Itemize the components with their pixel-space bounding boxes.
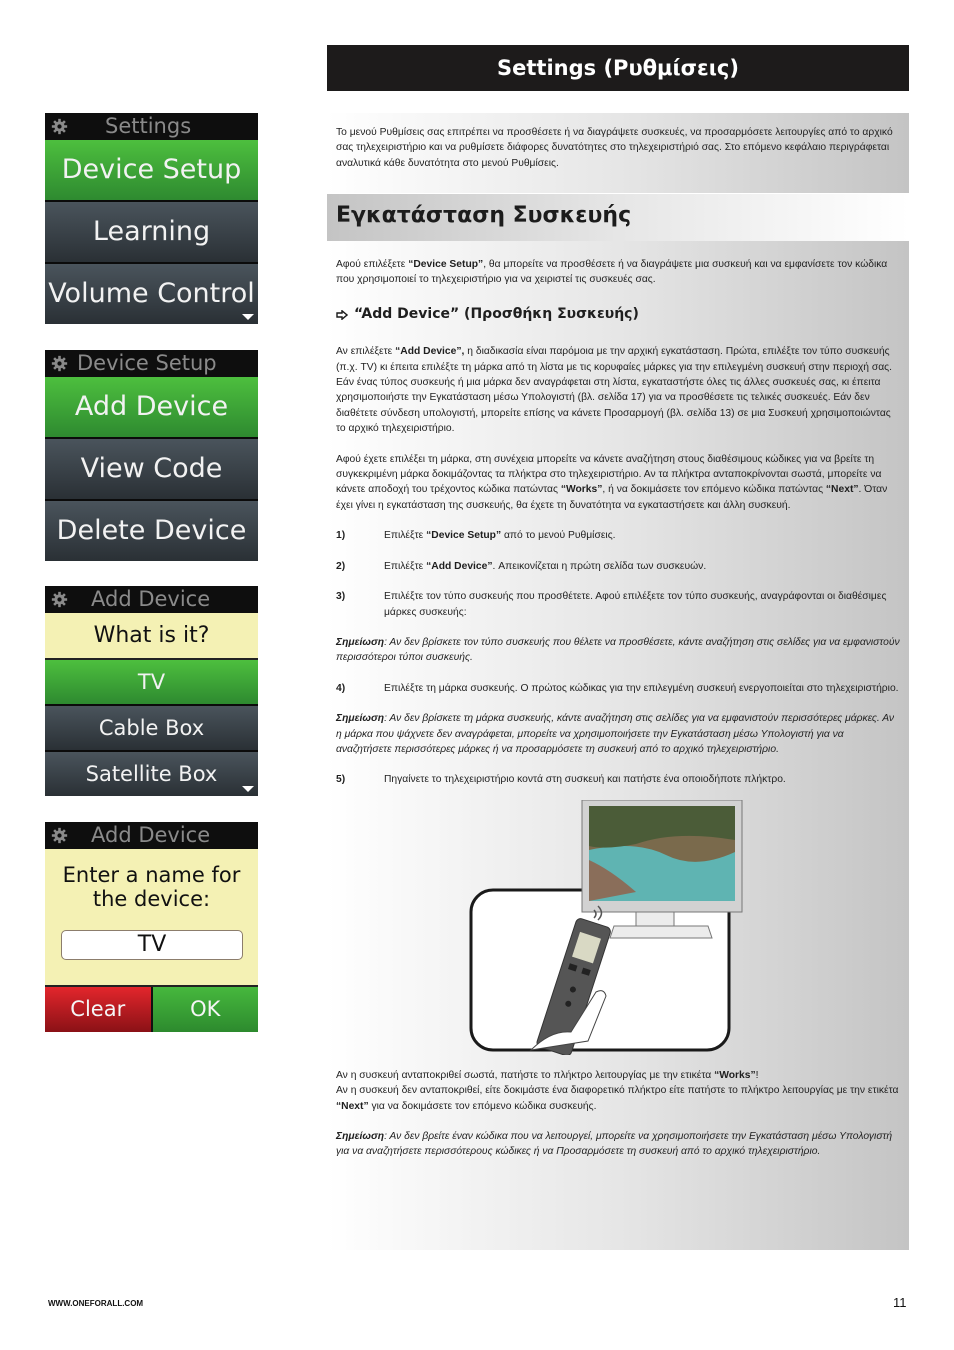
scroll-down-icon[interactable]: [242, 786, 254, 792]
step-item: 1) Επιλέξτε “Device Setup” από το μενού Ρ…: [336, 530, 616, 542]
device-setup-screen: Device Setup Add Device View Code Delete…: [45, 350, 258, 561]
note: Σημείωση: Αν δεν βρείτε έναν κώδικα που …: [336, 1130, 893, 1158]
screen-header: Settings: [45, 113, 258, 140]
section-title: Εγκατάσταση Συσκευής: [327, 194, 909, 241]
device-type-satellite-box[interactable]: Satellite Box: [45, 750, 258, 796]
screen-prompt: What is it?: [45, 613, 258, 660]
paragraph: Αν επιλέξετε “Add Device”, η διαδικασία …: [336, 346, 892, 435]
gear-icon: [51, 591, 68, 608]
gear-icon: [51, 355, 68, 372]
add-device-type-screen: Add Device What is it? TV Cable Box Sate…: [45, 586, 258, 796]
intro-panel: Το μενού Ρυθμίσεις σας επιτρέπει να προσ…: [327, 113, 909, 193]
paragraph: Αν η συσκευή ανταποκριθεί σωστά, πατήστε…: [336, 1069, 759, 1081]
step-item: 3) Επιλέξτε τον τύπο συσκευής που προσθέτ…: [336, 591, 887, 618]
device-name-input[interactable]: TV: [61, 930, 243, 960]
screen-header: Device Setup: [45, 350, 258, 377]
gear-icon: [51, 827, 68, 844]
screen-header: Add Device: [45, 586, 258, 613]
menu-item-delete-device[interactable]: Delete Device: [45, 499, 258, 561]
menu-item-device-setup[interactable]: Device Setup: [45, 140, 258, 200]
paragraph: Αφού επιλέξετε “Device Setup”, θα μπορεί…: [336, 259, 888, 286]
prompt-line-2: the device:: [92, 887, 211, 911]
subheading-add-device: “Add Device” (Προσθήκη Συσκευής): [336, 305, 900, 322]
menu-item-add-device[interactable]: Add Device: [45, 377, 258, 437]
subheading-text: “Add Device” (Προσθήκη Συσκευής): [354, 305, 639, 322]
add-device-name-screen: Add Device Enter a name for the device: …: [45, 822, 258, 1032]
menu-item-label: Satellite Box: [85, 762, 218, 786]
menu-item-view-code[interactable]: View Code: [45, 437, 258, 499]
paragraph: Αν η συσκευή δεν ανταποκριθεί, είτε δοκι…: [336, 1085, 899, 1112]
footer-url[interactable]: WWW.ONEFORALL.COM: [48, 1299, 143, 1308]
screen-header: Add Device: [45, 822, 258, 849]
settings-screen: Settings Device Setup Learning Volume Co…: [45, 113, 258, 324]
remote-tv-illustration: [336, 799, 900, 1056]
scroll-down-icon[interactable]: [242, 314, 254, 320]
note: Σημείωση: Αν δεν βρίσκετε τη μάρκα συσκε…: [336, 713, 895, 755]
note: Σημείωση: Αν δεν βρίσκετε τον τύπο συσκε…: [336, 636, 900, 664]
intro-text: Το μενού Ρυθμίσεις σας επιτρέπει να προσ…: [336, 127, 893, 169]
frame-shape: [469, 888, 731, 1052]
section-body: Αφού επιλέξετε “Device Setup”, θα μπορεί…: [327, 241, 909, 1250]
action-buttons: Clear OK: [45, 987, 258, 1032]
screen-title: Settings: [105, 114, 192, 138]
screen-title: Add Device: [91, 823, 211, 847]
device-type-tv[interactable]: TV: [45, 660, 258, 704]
step-item: 4) Επιλέξτε τη μάρκα συσκευής. Ο πρώτος κ…: [336, 682, 899, 694]
device-type-cable-box[interactable]: Cable Box: [45, 704, 258, 750]
screen-title: Add Device: [91, 587, 211, 611]
page-number: 11: [893, 1295, 907, 1310]
menu-item-volume-control[interactable]: Volume Control: [45, 262, 258, 324]
paragraph: Αφού έχετε επιλέξει τη μάρκα, στη συνέχε…: [336, 453, 888, 511]
gear-icon: [51, 118, 68, 135]
prompt-line-1: Enter a name for: [62, 863, 241, 887]
step-item: 5) Πηγαίνετε το τηλεχειριστήριο κοντά στη…: [336, 774, 786, 786]
ok-button[interactable]: OK: [152, 987, 258, 1032]
illustration-graphic: [469, 799, 743, 1056]
clear-button[interactable]: Clear: [45, 987, 153, 1032]
name-prompt: Enter a name for the device: TV: [45, 849, 258, 987]
arrow-right-icon: [336, 309, 348, 320]
menu-item-label: Volume Control: [48, 278, 255, 309]
menu-item-learning[interactable]: Learning: [45, 200, 258, 262]
screen-title: Device Setup: [77, 351, 217, 375]
step-item: 2) Επιλέξτε “Add Device”. Απεικονίζεται η…: [336, 560, 707, 572]
page-title: Settings (Ρυθμίσεις): [327, 45, 909, 91]
